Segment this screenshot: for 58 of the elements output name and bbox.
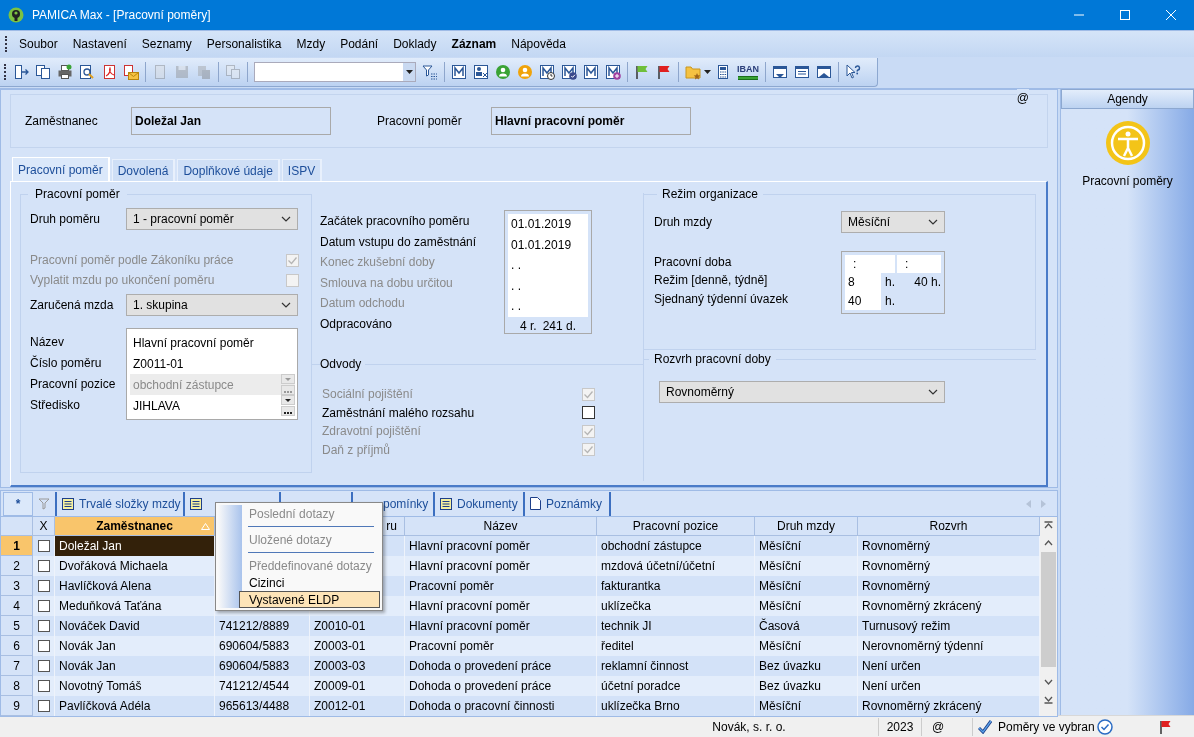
relation-field: Hlavní pracovní poměr	[491, 107, 691, 135]
unit-label: h.	[885, 274, 895, 292]
table-cell: Rovnoměrný zkrácený	[858, 696, 1040, 716]
row-number: 5	[1, 616, 33, 636]
field-label: Režim [denně, týdně]	[654, 272, 769, 289]
company-name: Novák, s. r. o.	[711, 718, 787, 736]
at-sign: @	[931, 718, 946, 736]
checkbox-label: Zaměstnání malého rozsahu	[322, 404, 475, 422]
row-number: 4	[1, 596, 33, 616]
filter-label: Poměry ve vybran	[998, 718, 1093, 736]
table-cell: 965613/4488	[215, 696, 310, 716]
field-label: Číslo poměru	[30, 354, 103, 372]
field-label: Datum odchodu	[320, 295, 406, 313]
field-label: Datum vstupu do zaměstnání	[320, 233, 478, 251]
table-cell: Dohoda o pracovní činnosti	[405, 696, 597, 716]
field-label: Sjednaný týdenní úvazek	[654, 290, 790, 308]
field-label: Pracovní poměr	[377, 113, 463, 130]
table-cell: Měsíční	[755, 696, 858, 716]
field-label: Pracovní pozice	[30, 375, 117, 393]
table-cell: Z0012-01	[310, 696, 405, 716]
field-label: Název	[30, 333, 65, 351]
field-label: Druh poměru	[30, 211, 102, 228]
group-title: Odvody	[320, 356, 363, 373]
group-title: Pracovní poměr	[34, 186, 121, 203]
at-sign: @	[1016, 89, 1029, 107]
field-label: Odpracováno	[320, 315, 394, 333]
checkbox-label: Pracovní poměr podle Zákoníku práce	[30, 252, 234, 269]
field-label: Zaručená mzda	[30, 297, 115, 314]
field-label: Středisko	[30, 396, 82, 414]
field-label: Pracovní doba	[654, 254, 733, 271]
field-label: Zaměstnanec	[25, 113, 99, 130]
row-number: 2	[1, 556, 33, 576]
row-number: 3	[1, 576, 33, 596]
unit-label: h.	[885, 292, 895, 310]
row-number: 1	[1, 536, 33, 556]
group-title: Režim organizace	[661, 186, 760, 203]
group-title: Rozvrh pracovní doby	[653, 351, 772, 368]
year-label: 2023	[885, 718, 915, 736]
years-value: 4 r.	[520, 317, 537, 335]
field-label: Smlouva na dobu určitou	[320, 274, 454, 292]
checkbox-label: Zdravotní pojištění	[322, 423, 421, 441]
checkbox-label: Sociální pojištění	[322, 386, 413, 404]
row-number: 8	[1, 676, 33, 696]
checkbox-label: Daň z příjmů	[322, 441, 391, 459]
weekly-hours: 40 h.	[914, 274, 941, 292]
field-label: Druh mzdy	[654, 213, 713, 231]
table-cell: Doležal Jan	[55, 536, 215, 556]
row-number: 9	[1, 696, 33, 716]
field-label: Začátek pracovního poměru	[320, 213, 471, 231]
field-label: Konec zkušební doby	[320, 254, 436, 272]
row-number: 6	[1, 636, 33, 656]
window-title: PAMICA Max - [Pracovní poměry]	[32, 7, 211, 24]
table-cell: Pavlíčková Adéla	[55, 696, 215, 716]
row-number: 7	[1, 656, 33, 676]
employee-field: Doležal Jan	[131, 107, 331, 135]
table-cell: uklízečka Brno	[597, 696, 755, 716]
checkbox-label: Vyplatit mzdu po ukončení poměru	[30, 272, 215, 289]
days-value: 241 d.	[542, 317, 576, 335]
